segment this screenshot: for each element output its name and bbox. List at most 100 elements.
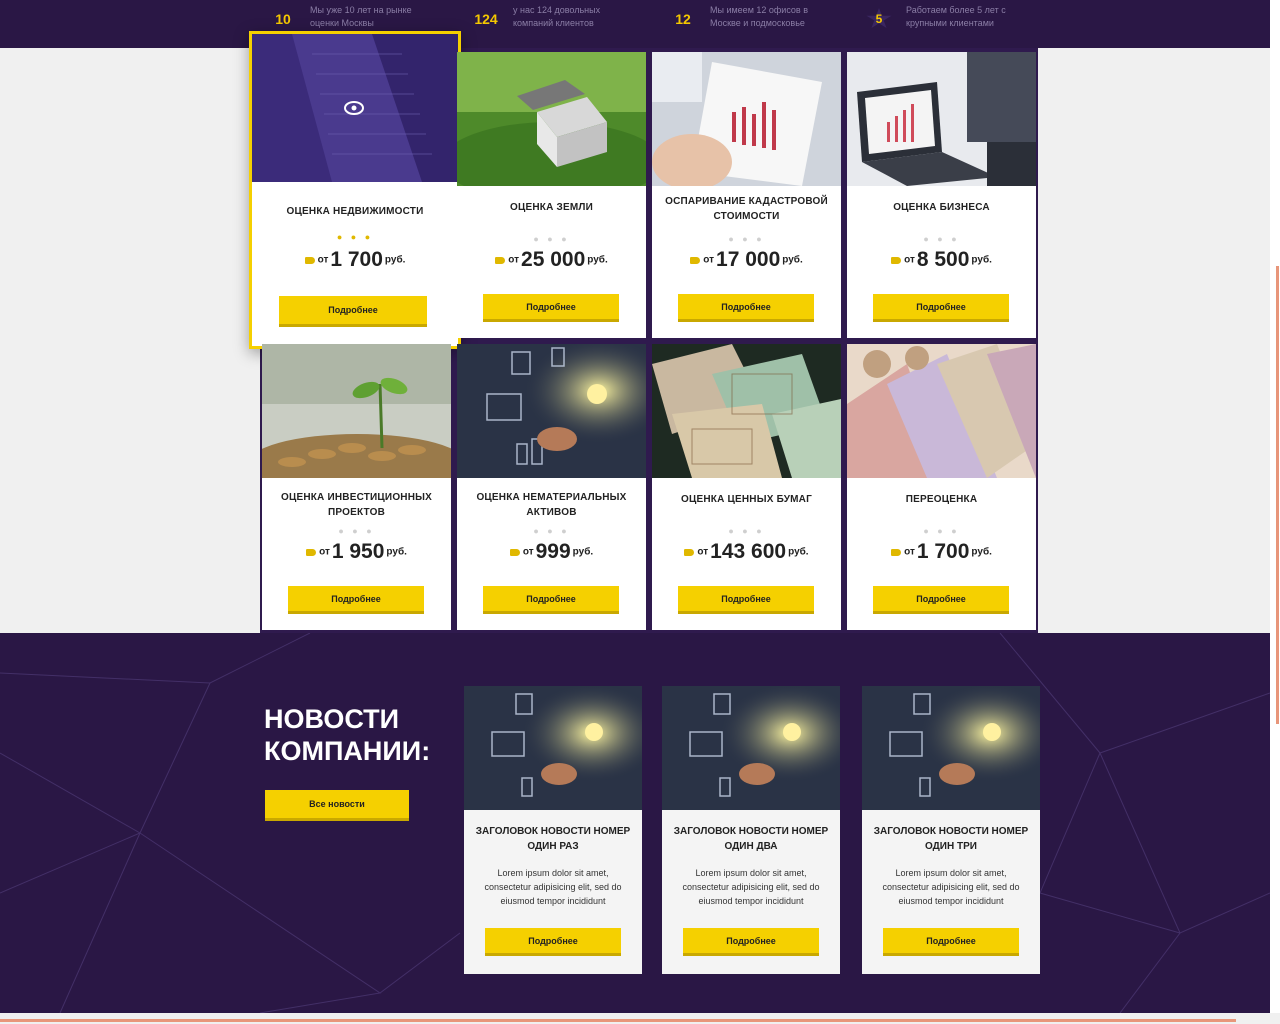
news-card[interactable]: Заголовок новости номер один раз Lorem i… [464,686,642,974]
service-price: от1 950 руб. [262,540,451,564]
service-card-land[interactable]: Оценка земли ● ● ● от25 000 руб. Подробне… [457,52,646,338]
service-card-real-estate[interactable]: Оценка недвижимости ● ● ● от1 700 руб. По… [249,31,461,349]
service-price: от999 руб. [457,540,646,564]
price-tag-icon [304,256,315,264]
price-currency: руб. [971,546,992,558]
service-card-business[interactable]: Оценка бизнеса ● ● ● от8 500 руб. Подробн… [847,52,1036,338]
rating-dots: ● ● ● [728,526,765,536]
news-image [464,686,642,810]
news-title: Заголовок новости номер один два [673,826,829,852]
price-from: от [317,254,329,266]
price-from: от [904,546,915,558]
details-button[interactable]: Подробнее [288,586,424,614]
details-button[interactable]: Подробнее [873,294,1009,322]
rating-dots: ● ● ● [338,526,375,536]
service-card-cadastral[interactable]: Оспаривание кадастровой стоимости ● ● ● … [652,52,841,338]
rating-dots: ● ● ● [923,526,960,536]
service-title: Оценка бизнеса [893,202,990,213]
news-title: Заголовок новости номер один три [873,826,1029,852]
price-tag-icon [495,256,506,264]
price-currency: руб. [971,254,992,266]
price-value: 1 950 [331,540,385,563]
service-image-documents [652,52,841,186]
price-tag-icon [306,548,317,556]
price-value: 143 600 [710,540,787,563]
price-tag-icon [509,548,520,556]
stat-number: 12 [675,11,691,27]
news-card[interactable]: Заголовок новости номер один два Lorem i… [662,686,840,974]
service-card-intangible[interactable]: Оценка нематериальных активов ● ● ● от99… [457,344,646,630]
service-price: от17 000 руб. [652,248,841,272]
service-image-banknotes [847,344,1036,478]
news-image [662,686,840,810]
news-heading: Новости компании: [264,704,431,766]
price-value: 1 700 [916,540,970,563]
price-currency: руб. [572,546,594,558]
selection-outline-right [1276,266,1279,724]
service-image-building [252,34,458,182]
details-button[interactable]: Подробнее [485,928,621,956]
price-value: 1 700 [330,248,383,271]
details-button[interactable]: Подробнее [883,928,1019,956]
stat-text: Мы уже 10 лет на рынке оценки Москвы [310,5,412,28]
price-tag-icon [891,256,902,264]
stat-number: 10 [275,11,291,27]
news-card[interactable]: Заголовок новости номер один три Lorem i… [862,686,1040,974]
price-tag-icon [684,548,695,556]
service-title: Оспаривание кадастровой стоимости [665,196,828,222]
rating-dots: ● ● ● [728,234,765,244]
price-from: от [904,254,915,266]
price-currency: руб. [386,546,407,558]
details-button[interactable]: Подробнее [483,586,619,614]
price-currency: руб. [782,254,803,266]
service-title: Переоценка [905,494,978,505]
stat-text: Мы имеем 12 офисов в Москве и подмосковь… [710,5,808,28]
service-image-bonds [652,344,841,478]
price-currency: руб. [788,546,809,558]
news-section: Новости компании: Все новости Заголовок … [0,633,1270,1013]
all-news-button[interactable]: Все новости [265,790,409,821]
service-price: от8 500 руб. [847,248,1036,272]
stat-text: у нас 124 довольных компаний клиентов [513,5,601,28]
service-card-securities[interactable]: Оценка ценных бумаг ● ● ● от143 600 руб. … [652,344,841,630]
price-tag-icon [690,256,701,264]
service-title: Оценка инвестиционных проектов [280,492,433,518]
news-excerpt: Lorem ipsum dolor sit amet, consectetur … [484,868,622,906]
service-image-laptop [847,52,1036,186]
news-image [862,686,1040,810]
details-button[interactable]: Подробнее [279,296,427,327]
news-excerpt: Lorem ipsum dolor sit amet, consectetur … [882,868,1020,906]
service-card-revaluation[interactable]: Переоценка ● ● ● от1 700 руб. Подробнее [847,344,1036,630]
service-title: Оценка недвижимости [286,206,424,217]
stats-bar: 10 Мы уже 10 лет на рынке оценки Москвы … [0,0,1270,48]
details-button[interactable]: Подробнее [873,586,1009,614]
service-title: Оценка ценных бумаг [681,494,812,505]
price-from: от [697,546,709,558]
rating-dots: ● ● ● [923,234,960,244]
service-image-sprout-coins [262,344,451,478]
service-image-tech [457,344,646,478]
price-tag-icon [891,548,902,556]
details-button[interactable]: Подробнее [678,586,814,614]
service-title: Оценка нематериальных активов [476,492,627,518]
details-button[interactable]: Подробнее [683,928,819,956]
price-currency: руб. [384,254,406,266]
star-icon: 5 [866,8,892,29]
price-from: от [319,546,330,558]
details-button[interactable]: Подробнее [678,294,814,322]
stat-number: 124 [474,11,498,27]
price-from: от [508,254,520,266]
price-value: 999 [535,540,571,563]
rating-dots: ● ● ● [533,234,570,244]
service-price: от1 700 руб. [252,248,458,272]
service-image-house-moss [457,52,646,186]
news-excerpt: Lorem ipsum dolor sit amet, consectetur … [682,868,820,906]
news-title: Заголовок новости номер один раз [475,826,631,852]
service-price: от25 000 руб. [457,248,646,272]
service-card-investment[interactable]: Оценка инвестиционных проектов ● ● ● от1… [262,344,451,630]
price-value: 8 500 [916,248,970,271]
service-title: Оценка земли [510,202,593,213]
price-from: от [703,254,715,266]
price-from: от [522,546,534,558]
details-button[interactable]: Подробнее [483,294,619,322]
